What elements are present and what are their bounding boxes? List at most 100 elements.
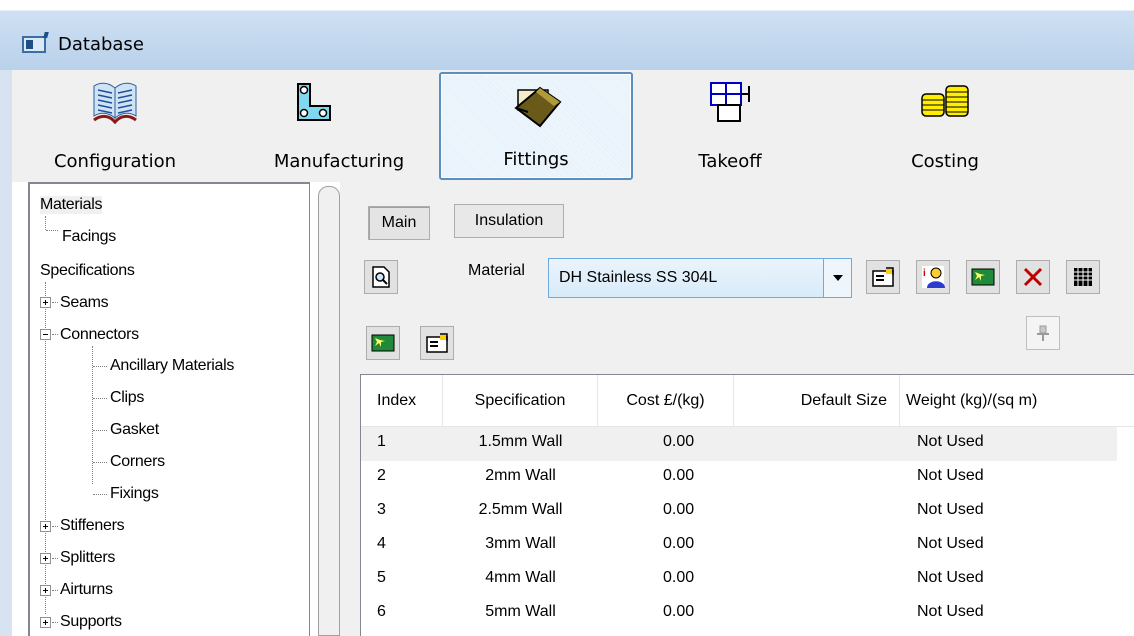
manufacturing-label: Manufacturing [273, 151, 405, 172]
cell-specification: 5mm Wall [485, 603, 556, 620]
material-select[interactable]: DH Stainless SS 304L [548, 258, 852, 298]
tree-item-corners[interactable]: Corners [110, 453, 165, 471]
coins-icon [921, 85, 969, 117]
new-item-icon [371, 334, 395, 352]
column-header-default-size[interactable]: Default Size [734, 375, 900, 427]
tree-line [52, 526, 58, 527]
configuration-button[interactable]: Configuration [40, 72, 190, 180]
cell-specification: 2.5mm Wall [478, 501, 563, 518]
expand-icon[interactable] [40, 617, 51, 628]
expand-icon[interactable] [40, 297, 51, 308]
collapse-icon[interactable] [40, 329, 51, 340]
tab-insulation[interactable]: Insulation [454, 204, 564, 238]
column-header-cost[interactable]: Cost £/(kg) [598, 375, 734, 427]
tree-item-stiffeners[interactable]: Stiffeners [60, 517, 125, 535]
chevron-down-icon[interactable] [823, 259, 851, 297]
expand-icon[interactable] [40, 553, 51, 564]
table-row[interactable]: 6 5mm Wall 0.00 Not Used [361, 597, 1117, 631]
panel-splitter[interactable] [318, 186, 340, 636]
tree-line [93, 366, 107, 367]
tree-item-connectors[interactable]: Connectors [60, 326, 139, 344]
cell-cost: 0.00 [663, 501, 695, 518]
tree-line [93, 430, 107, 431]
tree-line [52, 622, 58, 623]
specification-properties-button[interactable] [420, 326, 454, 360]
tree-line [52, 590, 58, 591]
tree-item-clips[interactable]: Clips [110, 389, 144, 407]
pin-icon [1037, 325, 1049, 341]
table-row[interactable]: 4 3mm Wall 0.00 Not Used [361, 529, 1117, 563]
cell-specification: 2mm Wall [485, 467, 556, 484]
manufacturing-button[interactable]: Manufacturing [254, 72, 424, 180]
tree-item-seams[interactable]: Seams [60, 294, 109, 312]
new-item-icon [971, 268, 995, 286]
tree-line [93, 462, 107, 463]
cell-cost: 0.00 [663, 535, 695, 552]
tree-item-airturns[interactable]: Airturns [60, 581, 113, 599]
new-item-button[interactable] [966, 260, 1000, 294]
specifications-table[interactable]: Index Specification Cost £/(kg) Default … [360, 374, 1134, 636]
tree-item-supports[interactable]: Supports [60, 613, 122, 631]
preview-button[interactable] [364, 260, 398, 294]
takeoff-icon [710, 82, 750, 122]
book-icon [93, 82, 137, 124]
tree-line [93, 494, 107, 495]
duct-elbow-icon [297, 83, 331, 121]
properties-button[interactable] [866, 260, 900, 294]
material-value: DH Stainless SS 304L [559, 269, 718, 286]
tree-item-facings[interactable]: Facings [62, 228, 116, 246]
user-info-icon: i [922, 266, 945, 288]
user-info-button[interactable]: i [916, 260, 950, 294]
properties-icon [872, 267, 894, 287]
window-title: Database [58, 34, 144, 55]
costing-button[interactable]: Costing [880, 72, 1010, 180]
cell-cost: 0.00 [663, 569, 695, 586]
cell-cost: 0.00 [663, 603, 695, 620]
tree-item-ancillary-materials[interactable]: Ancillary Materials [110, 357, 234, 375]
tree-view[interactable]: Materials Facings Specifications Seams C… [28, 182, 310, 636]
cell-weight: Not Used [917, 501, 984, 518]
cell-cost: 0.00 [663, 433, 695, 450]
pin-button[interactable] [1026, 316, 1060, 350]
cell-index: 6 [377, 603, 386, 620]
table-row[interactable]: 1 1.5mm Wall 0.00 Not Used [361, 427, 1117, 461]
table-row[interactable]: 2 2mm Wall 0.00 Not Used [361, 461, 1117, 495]
tree-item-materials[interactable]: Materials [40, 196, 103, 214]
print-preview-icon [372, 266, 390, 288]
expand-icon[interactable] [40, 585, 51, 596]
cell-specification: 4mm Wall [485, 569, 556, 586]
takeoff-button[interactable]: Takeoff [670, 72, 790, 180]
svg-text:i: i [923, 268, 926, 279]
expand-icon[interactable] [40, 521, 51, 532]
tree-line [46, 230, 58, 231]
cell-weight: Not Used [917, 603, 984, 620]
grid-button[interactable] [1066, 260, 1100, 294]
takeoff-label: Takeoff [698, 151, 762, 172]
costing-label: Costing [911, 151, 979, 172]
cell-weight: Not Used [917, 535, 984, 552]
grid-icon [1074, 268, 1092, 286]
delete-icon [1023, 267, 1043, 287]
new-specification-button[interactable] [366, 326, 400, 360]
tree-line [52, 558, 58, 559]
tree-item-splitters[interactable]: Splitters [60, 549, 115, 567]
cell-index: 4 [377, 535, 386, 552]
cell-weight: Not Used [917, 433, 984, 450]
column-header-weight[interactable]: Weight (kg)/(sq m) [900, 375, 1134, 427]
tab-main[interactable]: Main [368, 206, 430, 240]
cell-weight: Not Used [917, 467, 984, 484]
tree-item-gasket[interactable]: Gasket [110, 421, 159, 439]
cell-specification: 1.5mm Wall [478, 433, 563, 450]
fittings-button[interactable]: Fittings [439, 72, 633, 180]
tree-item-fixings[interactable]: Fixings [110, 485, 159, 503]
column-header-specification[interactable]: Specification [443, 375, 598, 427]
window-frame [0, 70, 12, 636]
table-row[interactable]: 3 2.5mm Wall 0.00 Not Used [361, 495, 1117, 529]
app-icon [22, 36, 46, 53]
table-row[interactable]: 5 4mm Wall 0.00 Not Used [361, 563, 1117, 597]
delete-button[interactable] [1016, 260, 1050, 294]
column-header-index[interactable]: Index [361, 375, 443, 427]
cell-index: 1 [377, 433, 386, 450]
tree-item-specifications[interactable]: Specifications [40, 262, 135, 280]
cell-cost: 0.00 [663, 467, 695, 484]
